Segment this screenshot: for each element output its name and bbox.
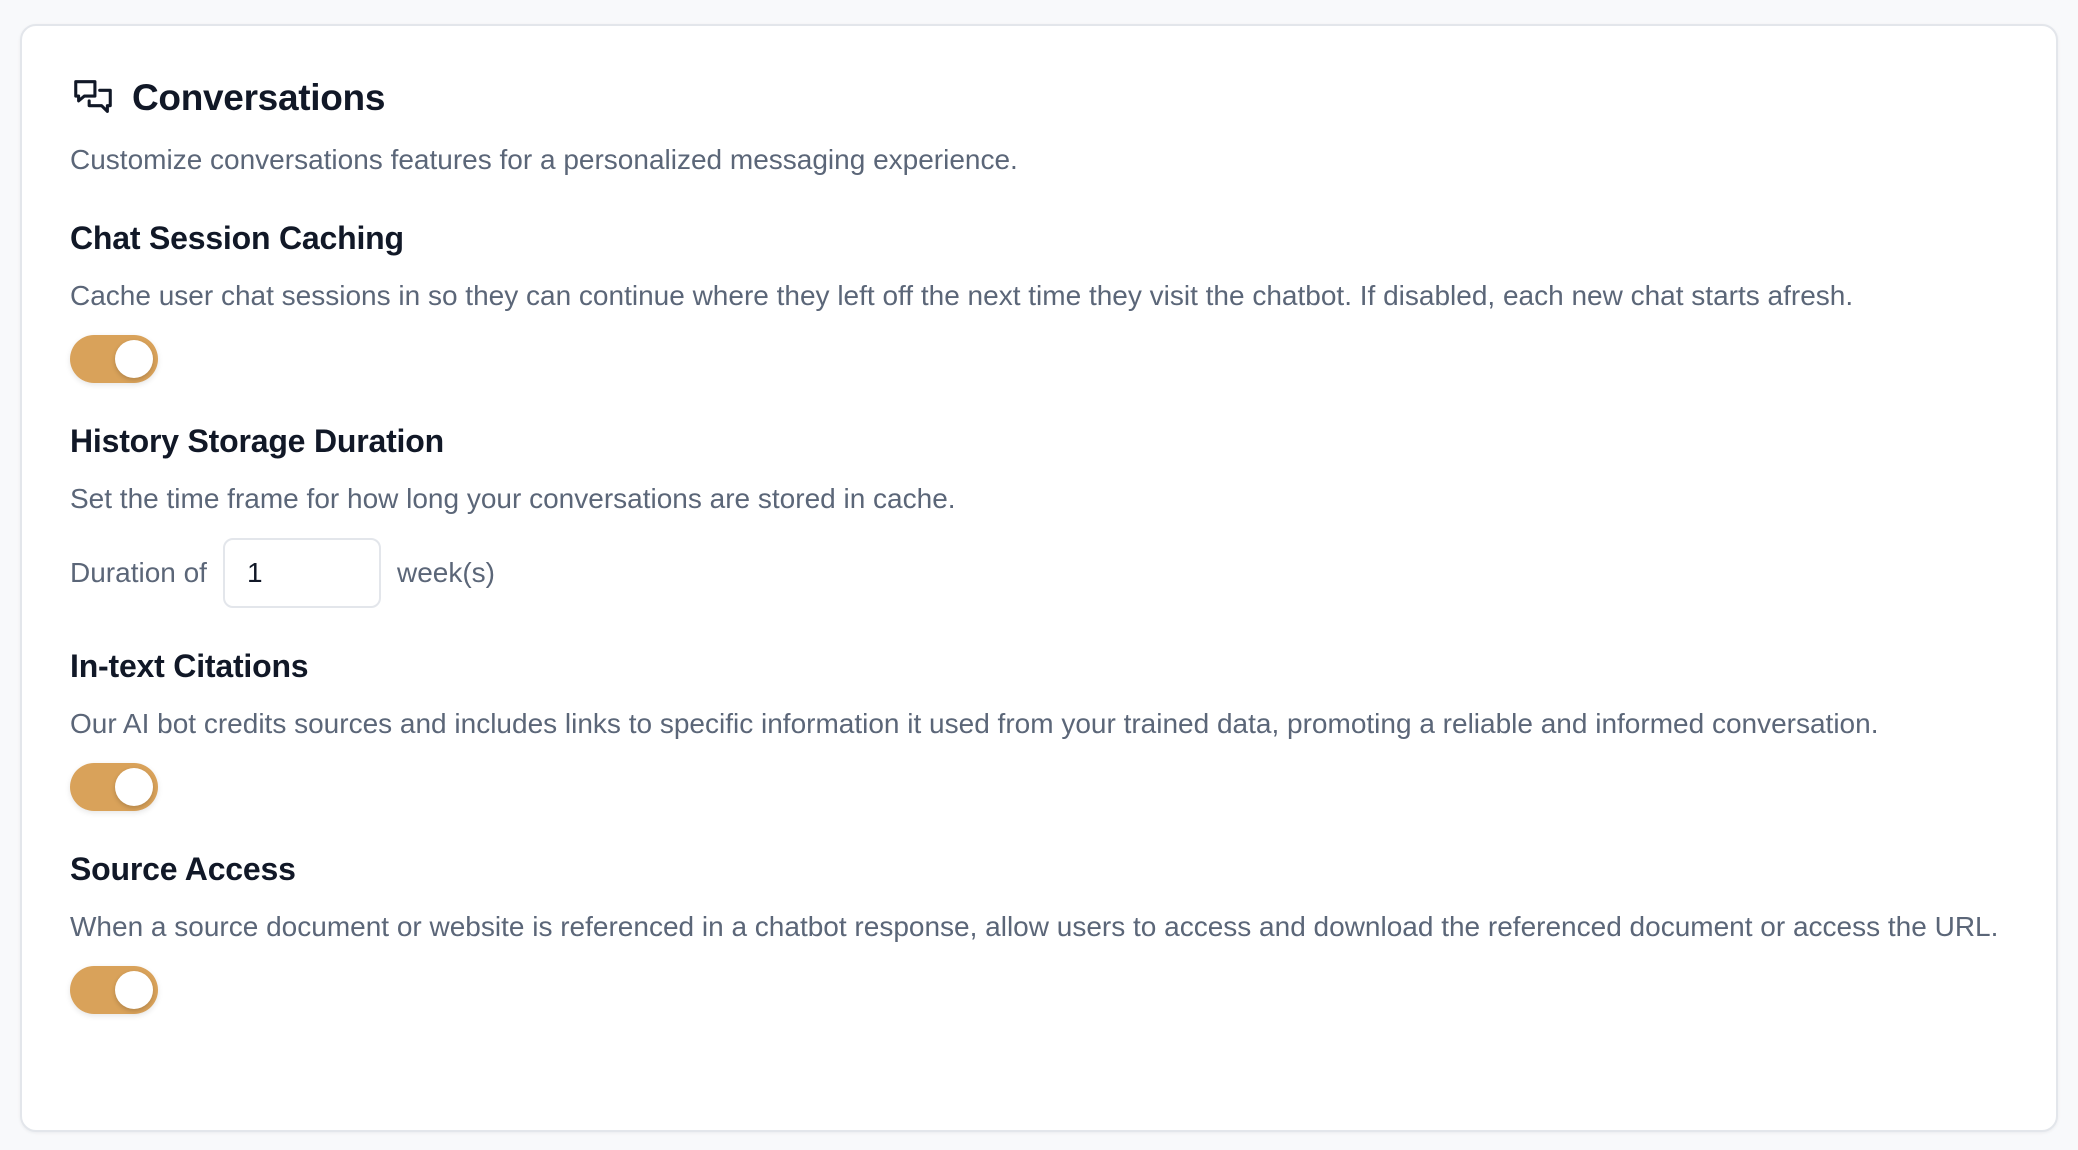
conversations-settings-card: Conversations Customize conversations fe… [20, 24, 2058, 1132]
duration-row: Duration of week(s) [70, 538, 2008, 608]
section-description: Cache user chat sessions in so they can … [70, 280, 1854, 311]
chat-bubbles-icon [70, 75, 116, 121]
chat-session-caching-section: Chat Session Caching Cache user chat ses… [70, 218, 2008, 383]
in-text-citations-section: In-text Citations Our AI bot credits sou… [70, 646, 2008, 811]
section-title: In-text Citations [70, 648, 309, 684]
section-title: History Storage Duration [70, 423, 444, 459]
toggle-knob [115, 971, 153, 1009]
duration-input[interactable] [222, 538, 381, 608]
history-storage-duration-section: History Storage Duration Set the time fr… [70, 421, 2008, 608]
duration-prefix-label: Duration of [70, 557, 207, 588]
toggle-knob [115, 340, 153, 378]
page-subtitle: Customize conversations features for a p… [70, 144, 1018, 175]
section-title: Source Access [70, 851, 296, 887]
section-description: When a source document or website is ref… [70, 911, 1999, 942]
duration-unit-label: week(s) [396, 557, 495, 588]
card-header: Conversations [70, 72, 2008, 124]
source-access-section: Source Access When a source document or … [70, 849, 2008, 1014]
section-description: Our AI bot credits sources and includes … [70, 708, 1879, 739]
toggle-knob [115, 768, 153, 806]
source-access-toggle[interactable] [70, 966, 158, 1014]
section-title: Chat Session Caching [70, 220, 404, 256]
in-text-citations-toggle[interactable] [70, 763, 158, 811]
section-description: Set the time frame for how long your con… [70, 483, 956, 514]
page-title: Conversations [132, 77, 386, 118]
chat-session-caching-toggle[interactable] [70, 335, 158, 383]
